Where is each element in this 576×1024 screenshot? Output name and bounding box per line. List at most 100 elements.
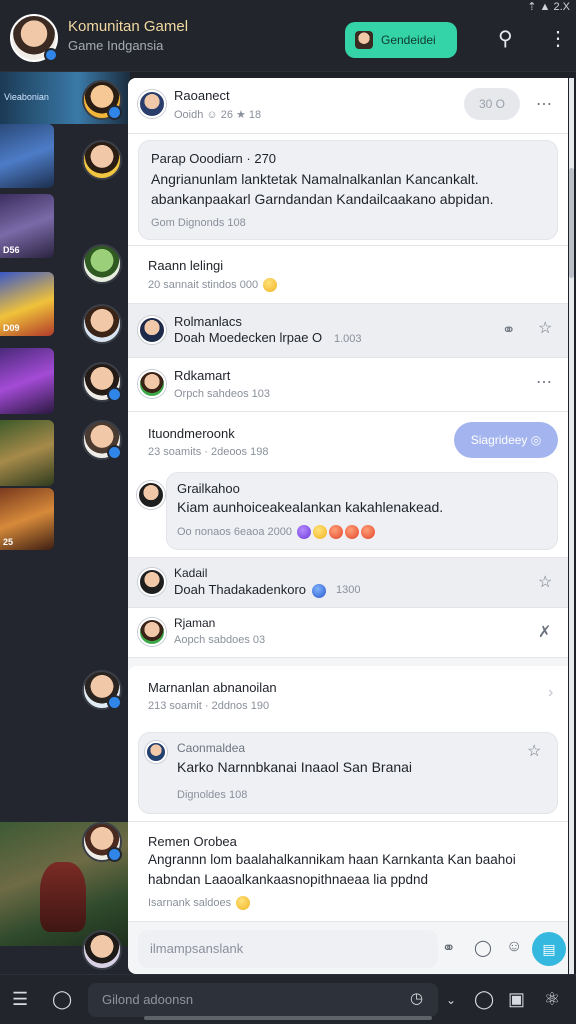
- subscribe-pill[interactable]: Siagrideey ◎: [454, 422, 558, 458]
- game-art-4[interactable]: [0, 348, 54, 414]
- post-text: Doah Moedecken lrpae O: [174, 330, 323, 345]
- art-caption: D56: [3, 245, 20, 255]
- member-avatar[interactable]: [82, 80, 122, 120]
- star-icon[interactable]: ☆: [527, 741, 541, 761]
- post-author: Ituondmeroonk: [148, 426, 235, 441]
- emoji-icon: [345, 525, 360, 539]
- member-avatar[interactable]: [82, 362, 122, 402]
- post-author: Raann lelingi: [148, 258, 224, 273]
- game-art-5[interactable]: [0, 420, 54, 486]
- member-avatar[interactable]: [82, 822, 122, 862]
- star-icon[interactable]: ☆: [538, 318, 552, 338]
- post-meta: 23 soamits · 2deoos 198: [148, 446, 269, 458]
- post-meta: 213 soamit · 2ddnos 190: [148, 700, 270, 712]
- game-art-3[interactable]: D09: [0, 272, 54, 336]
- check-circle-icon[interactable]: ◯: [474, 989, 494, 1010]
- game-art-2[interactable]: D56: [0, 194, 54, 258]
- join-button[interactable]: Gendeidei: [345, 22, 457, 58]
- post-text: Angrianunlam lanktetak Namalnalkanlan Ka…: [151, 171, 494, 207]
- emoji-icon: [311, 583, 326, 598]
- community-avatar[interactable]: [10, 14, 58, 62]
- community-subtitle: Game Indgansia: [68, 38, 164, 53]
- post-author: Raoanect: [174, 88, 230, 103]
- attachment-icon[interactable]: ⚭: [442, 938, 455, 958]
- community-title: Komunitan Gamel: [68, 18, 189, 35]
- scrollbar-thumb[interactable]: [569, 168, 574, 278]
- app-root: ⇡ ▲ 2.X Komunitan Gamel Game Indgansia G…: [0, 0, 576, 1024]
- post-card[interactable]: Kadail Doah Thadakadenkoro 1300 ☆: [128, 558, 568, 608]
- post-meta: 1.003: [334, 333, 362, 345]
- clock-icon[interactable]: ◷: [410, 989, 423, 1007]
- user-avatar[interactable]: [138, 618, 166, 646]
- menu-icon[interactable]: ☰: [12, 989, 28, 1010]
- post-card[interactable]: Ituondmeroonk 23 soamits · 2deoos 198 Si…: [128, 412, 568, 558]
- member-avatar[interactable]: [82, 140, 122, 180]
- reaction-count-pill[interactable]: 30 O: [464, 88, 520, 120]
- post-author: Kadail: [174, 566, 208, 580]
- banner-caption: Vieabonian: [4, 92, 49, 102]
- bottom-search-input[interactable]: Gilond adoonsn: [88, 983, 438, 1017]
- emoji-picker-icon[interactable]: ☺: [506, 938, 522, 956]
- post-card[interactable]: Raoanect Ooidh ☺ 26 ★ 18 30 O ⋯: [128, 78, 568, 134]
- emoji-icon: [236, 896, 251, 910]
- user-avatar[interactable]: [138, 370, 166, 398]
- message-bubble: Parap Ooodiarn · 270 Angrianunlam lankte…: [138, 140, 558, 240]
- member-avatar[interactable]: [82, 244, 122, 284]
- feed-scrollbar[interactable]: [569, 78, 574, 974]
- link-icon[interactable]: ⚭: [502, 320, 515, 340]
- post-text: Doah Thadakadenkoro: [174, 580, 326, 600]
- post-card[interactable]: Raann lelingi 20 sannait stindos 000: [128, 246, 568, 304]
- user-avatar[interactable]: [138, 568, 166, 596]
- post-text: Kiam aunhoiceakealankan kakahlenakead.: [177, 499, 444, 515]
- post-meta: Oo nonaos 6eaoa 2000: [177, 525, 376, 539]
- image-icon[interactable]: ▣: [508, 989, 525, 1010]
- post-card[interactable]: Remen Orobea Angrannn lom baalahalkannik…: [128, 822, 568, 922]
- game-art-1[interactable]: [0, 124, 54, 188]
- post-meta: Ooidh ☺ 26 ★ 18: [174, 109, 262, 121]
- status-bar-icons: ⇡ ▲ 2.X: [527, 1, 570, 13]
- post-author: Rolmanlacs: [174, 314, 242, 329]
- post-meta: 1300: [336, 584, 361, 596]
- member-avatar[interactable]: [82, 420, 122, 460]
- post-card[interactable]: Marnanlan abnanoilan 213 soamit · 2ddnos…: [128, 666, 568, 822]
- post-meta: Gom Dignonds 108: [151, 217, 246, 229]
- more-horizontal-icon[interactable]: ⋯: [536, 372, 552, 392]
- post-meta: Aopch sabdoes 03: [174, 634, 266, 646]
- game-art-6[interactable]: 25: [0, 488, 54, 550]
- search-icon[interactable]: ⚲: [498, 26, 513, 51]
- user-avatar[interactable]: [138, 316, 166, 344]
- channel-strip: Vieabonian D56 D09 25: [0, 72, 130, 974]
- top-header: ⇡ ▲ 2.X Komunitan Gamel Game Indgansia G…: [0, 0, 576, 72]
- post-card[interactable]: Rjaman Aopch sabdoes 03 ✗: [128, 608, 568, 658]
- send-button[interactable]: ▤: [532, 932, 566, 966]
- more-vertical-icon[interactable]: ⋮: [548, 26, 568, 51]
- more-horizontal-icon[interactable]: ⋯: [536, 94, 552, 114]
- art-caption: 25: [3, 537, 14, 547]
- post-card[interactable]: Rdkamart Orpch sahdeos 103 ⋯: [128, 358, 568, 412]
- message-feed[interactable]: Raoanect Ooidh ☺ 26 ★ 18 30 O ⋯ Parap Oo…: [128, 78, 568, 974]
- post-meta: Dignoldes 108: [177, 789, 248, 801]
- chevron-right-icon[interactable]: ›: [548, 684, 553, 702]
- member-avatar[interactable]: [82, 304, 122, 344]
- globe-icon[interactable]: ⚛: [544, 989, 560, 1010]
- user-avatar[interactable]: [138, 90, 166, 118]
- emoji-icon: [361, 525, 376, 539]
- hero-figure: [40, 862, 86, 932]
- post-card[interactable]: Rolmanlacs Doah Moedecken lrpae O 1.003 …: [128, 304, 568, 358]
- pin-icon[interactable]: ✗: [538, 622, 551, 642]
- post-author: Marnanlan abnanoilan: [148, 680, 277, 695]
- reply-bubble: Grailkahoo Kiam aunhoiceakealankan kakah…: [137, 472, 558, 550]
- user-avatar[interactable]: [145, 741, 167, 763]
- user-avatar[interactable]: [137, 481, 165, 509]
- post-card[interactable]: Parap Ooodiarn · 270 Angrianunlam lankte…: [128, 134, 568, 246]
- chevron-down-icon[interactable]: ⌄: [446, 993, 456, 1007]
- chat-bubble-icon[interactable]: ◯: [52, 989, 72, 1010]
- sticker-icon[interactable]: ◯: [474, 938, 492, 958]
- member-avatar[interactable]: [82, 930, 122, 970]
- emoji-icon: [313, 525, 328, 539]
- verified-badge-icon: [44, 48, 58, 62]
- member-avatar[interactable]: [82, 670, 122, 710]
- post-author: Rdkamart: [174, 368, 231, 383]
- message-input[interactable]: ilmampsanslank: [138, 930, 438, 968]
- star-icon[interactable]: ☆: [538, 572, 552, 592]
